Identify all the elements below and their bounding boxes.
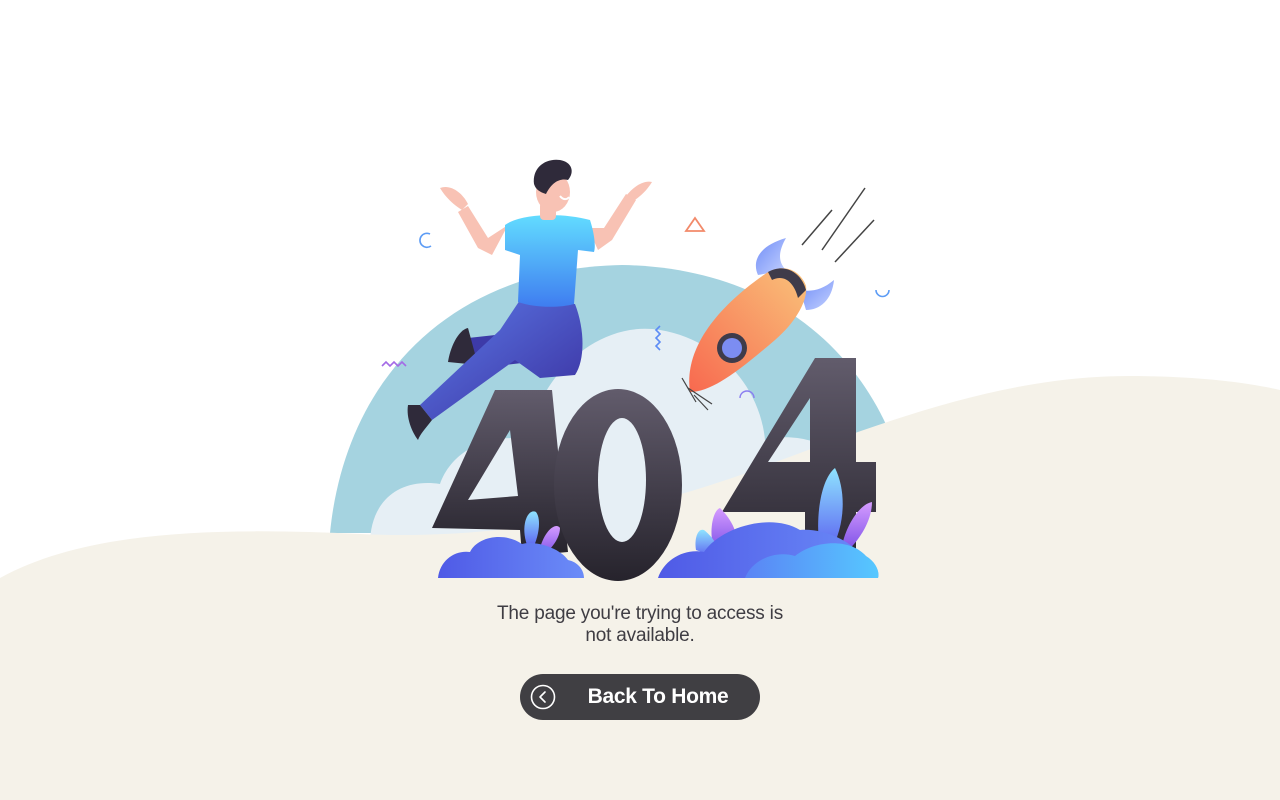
arc-confetti — [875, 289, 890, 298]
error-message-line-2: not available. — [585, 625, 695, 646]
error-message: The page you're trying to access is not … — [440, 603, 840, 647]
ring-confetti — [419, 232, 432, 249]
digit-zero — [554, 389, 682, 581]
error-message-line-1: The page you're trying to access is — [497, 603, 783, 624]
back-to-home-label: Back To Home — [587, 685, 729, 708]
triangle-confetti — [684, 216, 706, 232]
back-to-home-button[interactable]: Back To Home — [520, 674, 760, 720]
chevron-left-circle-icon — [530, 684, 556, 710]
